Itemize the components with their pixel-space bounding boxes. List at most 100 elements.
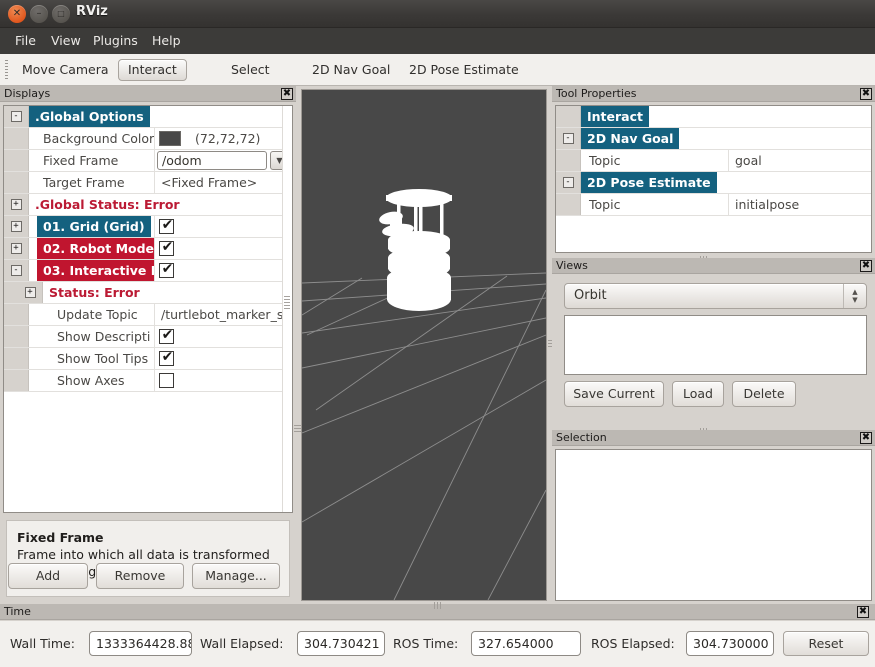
checkbox[interactable]: [159, 373, 174, 388]
menu-item-view[interactable]: View: [46, 32, 86, 49]
collapse-icon[interactable]: -: [562, 177, 574, 188]
expand-icon[interactable]: +: [10, 221, 22, 232]
tree-row[interactable]: Show Tool Tips: [4, 348, 292, 370]
tree-gutter: [4, 172, 29, 193]
minimize-window-button[interactable]: –: [30, 5, 48, 23]
scrollbar-grip[interactable]: [284, 296, 290, 310]
tree-row[interactable]: Show Descripti: [4, 326, 292, 348]
tree-row[interactable]: Topic goal: [556, 150, 871, 172]
3d-scene[interactable]: [302, 90, 546, 600]
tree-row[interactable]: Fixed Frame/odom ▼: [4, 150, 292, 172]
add-display-button[interactable]: Add: [8, 563, 88, 589]
close-icon[interactable]: ✖: [860, 432, 872, 444]
toolbar-drag-handle[interactable]: [4, 60, 9, 80]
tree-gutter: +: [4, 238, 29, 259]
render-frame[interactable]: [301, 89, 547, 601]
ros-elapsed-field[interactable]: 304.730000: [686, 631, 774, 656]
delete-view-button[interactable]: Delete: [732, 381, 796, 407]
wall-time-field[interactable]: 1333364428.88: [89, 631, 192, 656]
tree-row-label: Background Color: [29, 128, 155, 149]
tree-row-value[interactable]: [155, 348, 292, 369]
collapse-icon[interactable]: -: [10, 265, 22, 276]
tree-row-value[interactable]: <Fixed Frame>: [155, 172, 292, 193]
collapse-icon[interactable]: -: [562, 133, 574, 144]
checkbox[interactable]: [159, 239, 175, 256]
close-icon[interactable]: ✖: [860, 260, 872, 272]
checkbox[interactable]: [159, 217, 175, 234]
menu-item-help[interactable]: Help: [147, 32, 186, 49]
save-current-view-button[interactable]: Save Current: [564, 381, 664, 407]
tree-row[interactable]: + Status: Error: [4, 282, 292, 304]
menu-item-file[interactable]: File: [10, 32, 41, 49]
tree-row-text: Fixed Frame: [43, 153, 119, 168]
tool-interact[interactable]: Interact: [118, 59, 187, 81]
tool-move-camera[interactable]: Move Camera: [13, 59, 118, 81]
tool-2d-pose-estimate[interactable]: 2D Pose Estimate: [400, 59, 528, 81]
tree-row-value[interactable]: /turtlebot_marker_s: [155, 304, 292, 325]
selection-list[interactable]: [555, 449, 872, 601]
checkbox[interactable]: [159, 349, 175, 366]
load-view-button[interactable]: Load: [672, 381, 724, 407]
tree-row[interactable]: -2D Nav Goal: [556, 128, 871, 150]
tool-select[interactable]: Select: [222, 59, 279, 81]
manage-displays-button[interactable]: Manage...: [192, 563, 280, 589]
tree-row-value[interactable]: [155, 216, 292, 237]
tool-properties-tree: Interact -2D Nav Goal Topic goal -2D Pose Es…: [556, 106, 871, 216]
close-icon[interactable]: ✖: [281, 88, 293, 100]
fixed-frame-input[interactable]: /odom: [157, 151, 267, 170]
tree-row[interactable]: +01. Grid (Grid): [4, 216, 292, 238]
tree-row[interactable]: Interact: [556, 106, 871, 128]
tree-row-text: .Global Status: Error: [35, 196, 180, 212]
maximize-window-button[interactable]: □: [52, 5, 70, 23]
tree-row[interactable]: Show Axes: [4, 370, 292, 392]
tree-gutter: [4, 326, 29, 347]
close-icon[interactable]: ✖: [860, 88, 872, 100]
tree-row-label: Interact: [581, 106, 871, 127]
tree-row-value[interactable]: (72,72,72): [155, 128, 292, 149]
render-viewport[interactable]: [298, 86, 550, 604]
reset-time-button[interactable]: Reset: [783, 631, 869, 656]
tree-row[interactable]: -2D Pose Estimate: [556, 172, 871, 194]
expand-icon[interactable]: +: [10, 199, 22, 210]
menu-item-plugins[interactable]: Plugins: [88, 32, 143, 49]
maximize-icon: □: [57, 9, 65, 18]
view-type-select[interactable]: Orbit ▲ ▼: [564, 283, 867, 309]
wall-elapsed-field[interactable]: 304.730421: [297, 631, 385, 656]
ros-time-label: ROS Time:: [393, 636, 459, 651]
color-swatch[interactable]: [159, 131, 181, 146]
tree-row-value[interactable]: initialpose: [729, 194, 871, 215]
tree-row[interactable]: - .Global Options: [4, 106, 292, 128]
close-icon[interactable]: ✖: [857, 606, 869, 618]
tree-row[interactable]: Background Color (72,72,72): [4, 128, 292, 150]
displays-scrollbar[interactable]: [282, 106, 292, 512]
tree-row-value[interactable]: [155, 238, 292, 259]
checkbox[interactable]: [159, 261, 175, 278]
tree-row[interactable]: + .Global Status: Error: [4, 194, 292, 216]
tree-row-text: Update Topic: [57, 307, 138, 322]
tree-row[interactable]: +02. Robot Model: [4, 238, 292, 260]
tree-row-value[interactable]: [155, 326, 292, 347]
tree-row-value[interactable]: [155, 370, 292, 391]
tree-row[interactable]: Update Topic/turtlebot_marker_s: [4, 304, 292, 326]
tree-row[interactable]: Target Frame <Fixed Frame>: [4, 172, 292, 194]
time-splitter-handle[interactable]: [434, 602, 441, 609]
expand-icon[interactable]: +: [24, 287, 36, 298]
tree-row[interactable]: - 03. Interactive M: [4, 260, 292, 282]
tree-row-label: 03. Interactive M: [29, 260, 155, 281]
expand-icon[interactable]: +: [10, 243, 22, 254]
tree-row-text: Show Tool Tips: [57, 351, 149, 366]
saved-views-list[interactable]: [564, 315, 867, 375]
tree-row-value[interactable]: [155, 260, 292, 281]
left-splitter-handle[interactable]: [294, 425, 301, 432]
tree-row-value[interactable]: goal: [729, 150, 871, 171]
remove-display-button[interactable]: Remove: [96, 563, 184, 589]
tree-row[interactable]: Topic initialpose: [556, 194, 871, 216]
close-window-button[interactable]: ✕: [8, 5, 26, 23]
checkbox[interactable]: [159, 327, 175, 344]
views-panel: Views ✖ Orbit ▲ ▼ Save Current Load Delet…: [552, 258, 875, 428]
ros-time-field[interactable]: 327.654000: [471, 631, 581, 656]
tool-2d-nav-goal[interactable]: 2D Nav Goal: [303, 59, 399, 81]
collapse-icon[interactable]: -: [10, 111, 22, 122]
tree-row-value[interactable]: /odom ▼: [155, 150, 292, 171]
tree-gutter: -: [4, 260, 29, 281]
